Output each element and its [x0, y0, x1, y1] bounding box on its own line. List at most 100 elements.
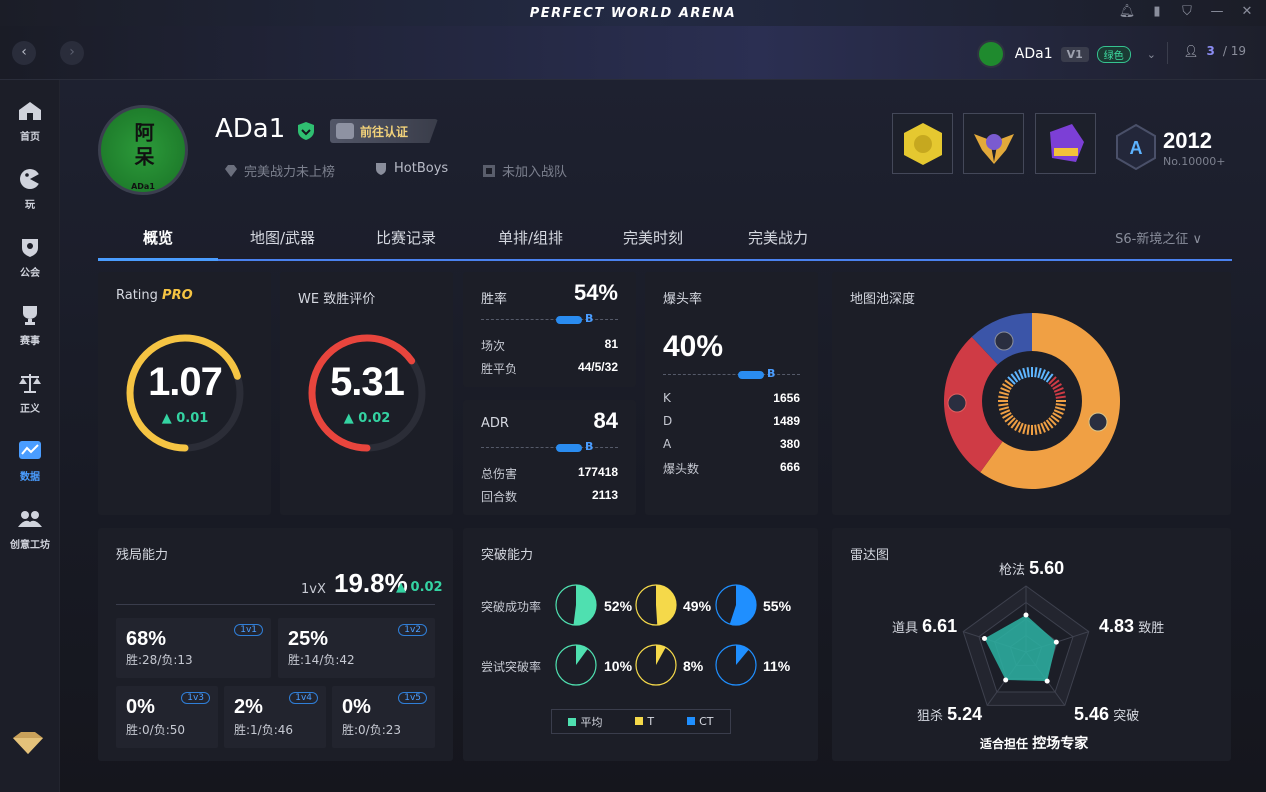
power-rank-text: 完美战力未上榜	[244, 165, 336, 180]
clutch-pct: 0%	[342, 696, 371, 718]
tab-highlights[interactable]: 完美时刻	[623, 227, 683, 248]
adr-title: ADR	[481, 416, 509, 431]
online-count: 3	[1206, 44, 1215, 58]
radar-chart	[962, 585, 1090, 706]
verify-button[interactable]: 前往认证	[330, 119, 438, 143]
active-tab-indicator	[98, 258, 218, 261]
medal-badge-2[interactable]	[963, 113, 1024, 174]
clutch-1v1: 68% 1v1 胜:28/负:13	[116, 618, 271, 678]
breakthrough-legend: 平均 T CT	[551, 709, 731, 734]
row-label: K	[663, 391, 671, 405]
sidebar-item-label: 首页	[20, 132, 40, 143]
clutch-1v4: 2% 1v4 胜:1/负:46	[224, 686, 326, 748]
power-rank: 完美战力未上榜	[224, 161, 335, 180]
row-label: A	[663, 437, 672, 451]
pie-value: 49%	[683, 598, 712, 614]
pie-value: 10%	[604, 658, 633, 674]
chevron-down-icon[interactable]: ⌄	[1147, 48, 1156, 61]
radar-point	[1023, 612, 1029, 618]
clutch-tag: 1v2	[398, 624, 427, 636]
legend-label: T	[647, 715, 655, 728]
shield-icon[interactable]: ⛉	[1178, 2, 1196, 22]
workshop-icon	[18, 511, 42, 527]
sidebar-item-label: 创意工坊	[10, 540, 50, 551]
role-prefix: 适合担任	[980, 737, 1029, 751]
row-value: 177418	[577, 465, 618, 479]
radar-axis-value: 4.83	[1099, 616, 1135, 636]
medal-badge-1[interactable]	[892, 113, 953, 174]
home-icon	[19, 102, 41, 120]
clutch-1v5: 0% 1v5 胜:0/负:23	[332, 686, 435, 748]
clutch-tag: 1v5	[398, 692, 427, 704]
radar-point	[982, 636, 988, 642]
radar-axis-name: 枪法	[999, 563, 1026, 578]
tab-solo-group[interactable]: 单排/组排	[498, 227, 563, 248]
headshot-grade-bar: B	[663, 367, 800, 380]
username: ADa1	[1014, 46, 1053, 62]
radar-axis-value: 6.61	[922, 616, 958, 636]
minimize-icon[interactable]: —	[1208, 2, 1226, 22]
forward-button[interactable]: ›	[60, 41, 84, 65]
legend-label: 平均	[580, 715, 603, 729]
donut-tick	[1034, 367, 1038, 378]
close-icon[interactable]: ✕	[1238, 2, 1256, 22]
avatar[interactable]	[976, 40, 1005, 68]
sidebar-item-tournament[interactable]: 赛事	[0, 304, 60, 348]
donut-tick	[998, 395, 1009, 399]
pie-slice	[729, 585, 756, 625]
breakthrough-pies	[555, 584, 757, 686]
clutch-1v2: 25% 1v2 胜:14/负:42	[278, 618, 435, 678]
clutch-record: 胜:14/负:42	[288, 653, 355, 667]
sidebar-item-workshop[interactable]: 创意工坊	[0, 508, 60, 552]
team-link[interactable]: HotBoys	[374, 161, 448, 176]
clan-flag-icon	[483, 164, 495, 177]
donut-tick	[998, 403, 1009, 407]
rating-title-text: Rating	[116, 288, 163, 303]
clutch-record: 胜:1/负:46	[234, 723, 294, 737]
row-value: 1656	[773, 391, 800, 405]
row-label: D	[663, 414, 673, 428]
clutch-record: 胜:0/负:50	[126, 723, 186, 737]
sidebar-item-home[interactable]: 首页	[0, 100, 60, 144]
row-value: 380	[779, 437, 800, 451]
tab-perfect-power[interactable]: 完美战力	[748, 227, 808, 248]
user-menu[interactable]: ADa1 V1 绿色 ⌄	[976, 40, 1156, 68]
radar-label-entry: 5.46 突破	[1074, 704, 1139, 725]
sidebar-item-play[interactable]: 玩	[0, 168, 60, 212]
sidebar-item-justice[interactable]: 正义	[0, 372, 60, 416]
radar-point	[1053, 639, 1059, 645]
winrate-value: 54%	[573, 280, 618, 305]
pie-slice	[573, 585, 596, 625]
tab-bar: 概览 地图/武器 比赛记录 单排/组排 完美时刻 完美战力 S6-新境之征 ∨	[98, 221, 1232, 261]
row-label: 爆头数	[663, 462, 700, 476]
pie-slice	[576, 645, 588, 665]
bell-icon[interactable]: 🔔︎	[1118, 2, 1136, 22]
clan-text: 未加入战队	[502, 165, 568, 180]
medal-badge-3[interactable]	[1035, 113, 1096, 174]
rank-score: 2012	[1163, 128, 1212, 153]
sidebar-item-label: 数据	[20, 472, 40, 483]
clutch-record: 胜:0/负:23	[342, 723, 402, 737]
back-button[interactable]: ‹	[12, 41, 36, 65]
tab-maps-weapons[interactable]: 地图/武器	[250, 227, 315, 248]
tab-overview[interactable]: 概览	[143, 227, 173, 248]
donut-tick	[1055, 395, 1066, 399]
sidebar-item-guild[interactable]: 公会	[0, 236, 60, 280]
online-friends[interactable]: 👤︎ 3 / 19	[1183, 44, 1246, 58]
tab-match-history[interactable]: 比赛记录	[376, 227, 436, 248]
pie-value: 55%	[763, 598, 792, 614]
clutch-tag: 1v4	[289, 692, 318, 704]
sidebar-item-label: 玩	[25, 200, 35, 211]
clutch-delta: ▲ 0.02	[396, 580, 443, 595]
season-selector[interactable]: S6-新境之征 ∨	[1115, 228, 1202, 247]
rank-letter: A	[1130, 138, 1143, 158]
row-value: 44/5/32	[577, 360, 618, 374]
diamond-logo-icon[interactable]	[11, 730, 45, 756]
rank-number: No.10000+	[1163, 155, 1226, 168]
signal-icon[interactable]: ▮	[1148, 2, 1166, 22]
online-total: / 19	[1222, 44, 1246, 58]
row-label: 总伤害	[481, 467, 518, 481]
donut-tick	[1026, 367, 1030, 378]
sidebar-item-data[interactable]: 数据	[0, 440, 60, 484]
pie-value: 8%	[683, 658, 704, 674]
